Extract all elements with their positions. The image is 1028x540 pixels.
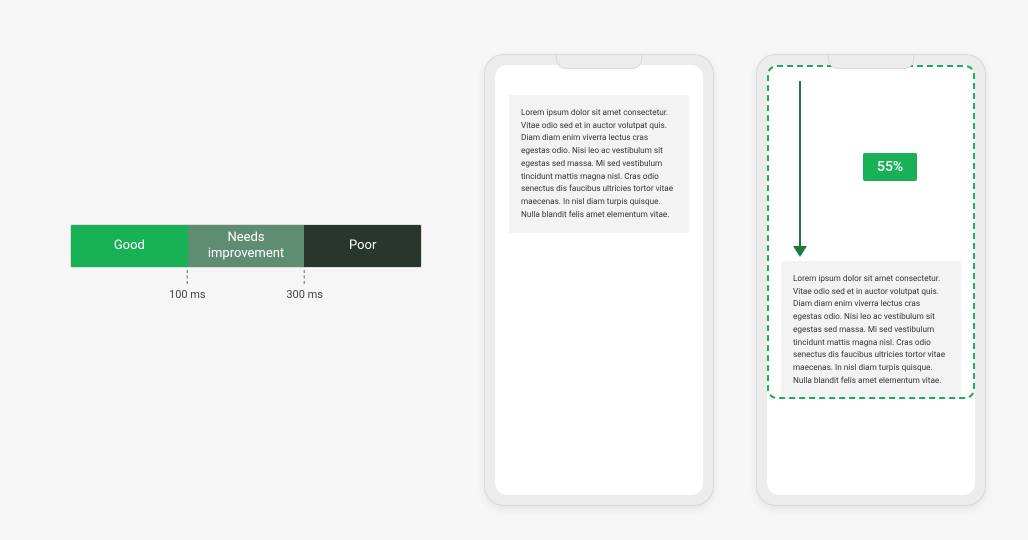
shift-distance-badge: 55%	[863, 153, 917, 181]
threshold-ticks: 100 ms 300 ms	[70, 270, 422, 304]
segment-poor: Poor	[304, 225, 421, 267]
content-block-before: Lorem ipsum dolor sit amet consectetur. …	[509, 95, 689, 233]
segment-needs-improvement: Needs improvement	[188, 225, 305, 267]
metric-threshold-bar: Good Needs improvement Poor 100 ms 300 m…	[70, 224, 422, 304]
threshold-tick-1-label: 100 ms	[169, 288, 206, 301]
phone-notch-icon	[828, 55, 914, 69]
segment-good: Good	[71, 225, 188, 267]
phone-mockup-after: 55% Lorem ipsum dolor sit amet consectet…	[756, 54, 986, 506]
threshold-tick-2: 300 ms	[286, 270, 323, 301]
phone-notch-icon	[556, 55, 642, 69]
phone-screen-after: 55% Lorem ipsum dolor sit amet consectet…	[767, 65, 975, 495]
threshold-segments: Good Needs improvement Poor	[70, 224, 422, 268]
phone-screen-before: Lorem ipsum dolor sit amet consectetur. …	[495, 65, 703, 495]
phone-mockup-before: Lorem ipsum dolor sit amet consectetur. …	[484, 54, 714, 506]
layout-shift-arrow-icon	[793, 81, 807, 257]
threshold-tick-1: 100 ms	[169, 270, 206, 301]
content-block-after: Lorem ipsum dolor sit amet consectetur. …	[781, 261, 961, 399]
threshold-tick-2-label: 300 ms	[286, 288, 323, 301]
